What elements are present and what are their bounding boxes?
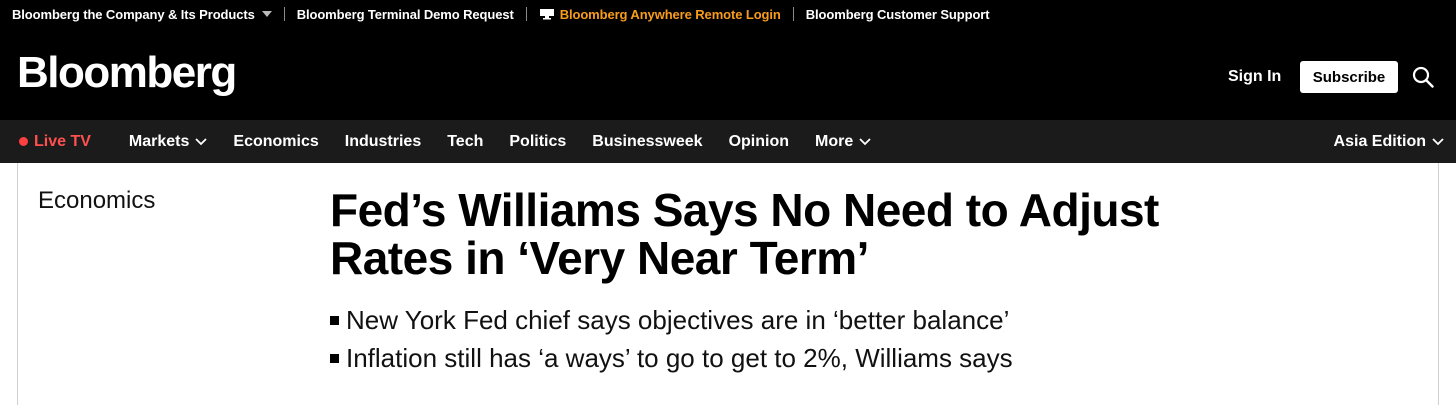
live-tv-label: Live TV <box>34 132 91 150</box>
article-summary: New York Fed chief says objectives are i… <box>330 301 1013 377</box>
article-headline: Fed’s Williams Says No Need to Adjust Ra… <box>330 186 1230 282</box>
customer-support-link[interactable]: Bloomberg Customer Support <box>806 7 990 22</box>
live-dot-icon <box>19 137 28 146</box>
chevron-down-icon <box>1432 137 1444 145</box>
divider <box>283 7 285 21</box>
summary-bullet: New York Fed chief says objectives are i… <box>330 301 1013 339</box>
bullet-square-icon <box>330 353 339 363</box>
nav-item-more[interactable]: More <box>815 133 871 151</box>
divider <box>525 7 527 21</box>
top-utility-bar: Bloomberg the Company & Its Products Blo… <box>0 0 1456 28</box>
nav-item-politics[interactable]: Politics <box>509 133 566 151</box>
summary-bullet: Inflation still has ‘a ways’ to go to ge… <box>330 339 1013 377</box>
nav-item-live-tv[interactable]: Live TV <box>19 133 91 151</box>
site-header: Bloomberg Sign In Subscribe <box>0 28 1456 120</box>
nav-more-label: More <box>815 132 854 150</box>
headline-line-2: Rates in ‘Very Near Term’ <box>330 232 869 284</box>
chevron-down-icon <box>195 137 208 145</box>
main-nav: Live TV Markets Economics Industries Tec… <box>0 120 1456 163</box>
summary-bullet-text: New York Fed chief says objectives are i… <box>346 304 1010 335</box>
monitor-icon <box>539 9 554 20</box>
bloomberg-logo[interactable]: Bloomberg <box>17 48 237 98</box>
company-products-label: Bloomberg the Company & Its Products <box>12 6 255 22</box>
terminal-demo-link[interactable]: Bloomberg Terminal Demo Request <box>297 7 514 22</box>
nav-item-industries[interactable]: Industries <box>345 133 421 151</box>
section-label[interactable]: Economics <box>38 187 155 215</box>
search-icon[interactable] <box>1412 66 1434 88</box>
nav-item-economics[interactable]: Economics <box>233 133 318 151</box>
caret-down-icon <box>261 11 272 17</box>
anywhere-login-label: Bloomberg Anywhere Remote Login <box>559 6 781 22</box>
headline-line-1: Fed’s Williams Says No Need to Adjust <box>330 184 1159 236</box>
nav-item-tech[interactable]: Tech <box>447 133 483 151</box>
nav-item-markets[interactable]: Markets <box>128 132 208 151</box>
bullet-square-icon <box>330 315 339 325</box>
edition-selector[interactable]: Asia Edition <box>1334 120 1444 163</box>
nav-item-businessweek[interactable]: Businessweek <box>592 133 702 151</box>
summary-bullet-text: Inflation still has ‘a ways’ to go to ge… <box>346 342 1013 373</box>
article-header: Economics Fed’s Williams Says No Need to… <box>17 163 1439 405</box>
subscribe-button[interactable]: Subscribe <box>1300 61 1398 93</box>
chevron-down-icon <box>859 137 871 145</box>
nav-item-opinion[interactable]: Opinion <box>729 133 789 151</box>
edition-label: Asia Edition <box>1333 132 1426 150</box>
sign-in-link[interactable]: Sign In <box>1228 68 1281 86</box>
company-products-link[interactable]: Bloomberg the Company & Its Products <box>12 7 272 22</box>
anywhere-login-link[interactable]: Bloomberg Anywhere Remote Login <box>539 7 781 22</box>
divider <box>792 7 794 21</box>
nav-markets-label: Markets <box>128 132 190 150</box>
